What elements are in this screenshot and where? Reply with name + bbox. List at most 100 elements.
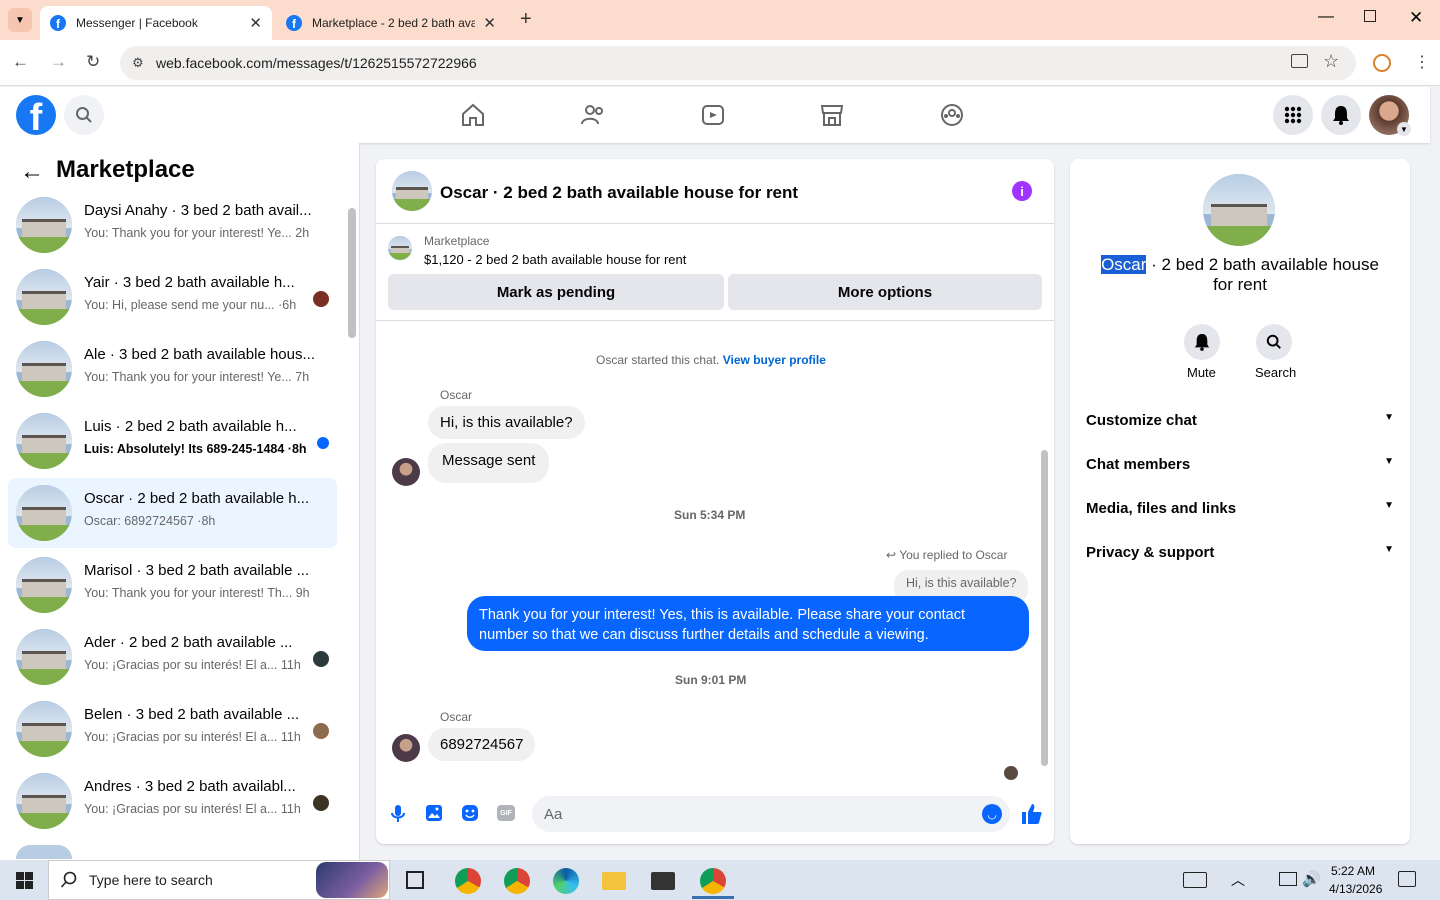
minimize-window-button[interactable]: — bbox=[1318, 8, 1334, 26]
conversation-name: Daysi Anahy · 3 bed 2 bath avail... bbox=[84, 202, 312, 219]
listing-thumb[interactable] bbox=[388, 236, 412, 260]
listing-avatar bbox=[16, 341, 72, 397]
reply-indicator-text: You replied to Oscar bbox=[899, 548, 1008, 562]
close-window-button[interactable]: ✕ bbox=[1409, 8, 1423, 28]
tab-messenger[interactable]: f Messenger | Facebook ✕ bbox=[40, 6, 272, 40]
conversation-item-selected[interactable]: Oscar · 2 bed 2 bath available h... Osca… bbox=[8, 478, 337, 548]
account-chevron-icon[interactable]: ▼ bbox=[1397, 122, 1411, 136]
bookmark-star-icon[interactable]: ☆ bbox=[1323, 51, 1339, 72]
listing-avatar bbox=[16, 269, 72, 325]
close-tab-icon[interactable]: ✕ bbox=[483, 14, 496, 32]
conversation-item[interactable]: Daysi Anahy · 3 bed 2 bath avail... You:… bbox=[8, 190, 337, 260]
thumbs-up-icon[interactable] bbox=[1020, 802, 1044, 826]
conversation-info-button[interactable]: i bbox=[1012, 181, 1032, 201]
tab-marketplace[interactable]: f Marketplace - 2 bed 2 bath avai ✕ bbox=[276, 6, 506, 40]
listing-summary[interactable]: $1,120 - 2 bed 2 bath available house fo… bbox=[424, 252, 686, 267]
preview-text: You: Thank you for your interest! Ye... bbox=[84, 226, 292, 240]
preview-time: ·6h bbox=[278, 298, 297, 312]
profile-icon[interactable] bbox=[1373, 54, 1391, 72]
gif-button[interactable]: GIF bbox=[497, 805, 515, 821]
notifications-button[interactable] bbox=[1321, 95, 1361, 135]
close-tab-icon[interactable]: ✕ bbox=[249, 14, 262, 32]
clock-time[interactable]: 5:22 AM bbox=[1331, 864, 1375, 878]
message-input[interactable]: Aa bbox=[532, 796, 1010, 832]
groups-icon[interactable] bbox=[939, 102, 965, 128]
volume-icon[interactable]: 🔊 bbox=[1302, 870, 1321, 888]
facebook-logo[interactable]: f bbox=[16, 95, 56, 135]
listing-avatar bbox=[16, 773, 72, 829]
chrome-profile-icon[interactable] bbox=[504, 868, 530, 894]
read-receipt-avatar bbox=[313, 795, 329, 811]
view-buyer-profile-link[interactable]: View buyer profile bbox=[723, 353, 826, 367]
task-view-icon[interactable] bbox=[406, 871, 424, 889]
menu-button[interactable] bbox=[1273, 95, 1313, 135]
reply-indicator: ↩ You replied to Oscar bbox=[886, 548, 1007, 562]
mute-button[interactable] bbox=[1184, 324, 1220, 360]
listing-large-avatar[interactable] bbox=[1203, 174, 1275, 246]
details-title-rest: · 2 bed 2 bath available house for rent bbox=[1146, 255, 1379, 294]
browser-menu-icon[interactable]: ⋮ bbox=[1414, 52, 1430, 72]
conversation-item[interactable]: Andres · 3 bed 2 bath availabl... You: ¡… bbox=[8, 766, 337, 836]
mark-as-pending-button[interactable]: Mark as pending bbox=[388, 274, 724, 310]
privacy-support-row[interactable]: Privacy & support ▼ bbox=[1086, 544, 1394, 561]
search-in-chat-button[interactable] bbox=[1256, 324, 1292, 360]
microphone-icon[interactable] bbox=[388, 803, 408, 823]
search-icon bbox=[76, 107, 92, 123]
back-arrow-icon[interactable]: ← bbox=[20, 158, 44, 186]
my-reply-bubble[interactable]: Thank you for your interest! Yes, this i… bbox=[467, 596, 1029, 651]
reply-arrow-icon: ↩ bbox=[886, 548, 897, 562]
message-bubble[interactable]: 6892724567 bbox=[428, 728, 536, 761]
conversation-item[interactable]: Luis · 2 bed 2 bath available h... Luis:… bbox=[8, 406, 337, 476]
network-icon[interactable] bbox=[1279, 872, 1297, 886]
file-explorer-icon[interactable] bbox=[602, 872, 626, 890]
friends-icon[interactable] bbox=[580, 102, 606, 128]
conversation-item[interactable]: Yair · 3 bed 2 bath available h... You: … bbox=[8, 262, 337, 332]
more-options-button[interactable]: More options bbox=[728, 274, 1042, 310]
maximize-window-button[interactable] bbox=[1364, 10, 1376, 22]
install-app-icon[interactable] bbox=[1291, 54, 1308, 68]
chat-header-avatar[interactable] bbox=[392, 171, 432, 211]
conversation-item[interactable]: Belen · 3 bed 2 bath available ... You: … bbox=[8, 694, 337, 764]
conversation-item[interactable]: Ader · 2 bed 2 bath available ... You: ¡… bbox=[8, 622, 337, 692]
tab-search-button[interactable]: ▼ bbox=[8, 8, 32, 32]
customize-chat-row[interactable]: Customize chat ▼ bbox=[1086, 412, 1394, 429]
preview-time: 8h bbox=[291, 442, 307, 456]
edge-icon[interactable] bbox=[553, 868, 579, 894]
home-icon[interactable] bbox=[460, 102, 486, 128]
video-icon[interactable] bbox=[700, 102, 726, 128]
search-highlight-image bbox=[316, 862, 388, 898]
chat-members-row[interactable]: Chat members ▼ bbox=[1086, 456, 1394, 473]
clock-date[interactable]: 4/13/2026 bbox=[1329, 882, 1382, 896]
conversation-item[interactable]: Marisol · 3 bed 2 bath available ... You… bbox=[8, 550, 337, 620]
message-bubble[interactable]: Hi, is this available? bbox=[428, 406, 585, 439]
listing-avatar bbox=[16, 413, 72, 469]
section-label: Privacy & support bbox=[1086, 544, 1215, 561]
media-files-links-row[interactable]: Media, files and links ▼ bbox=[1086, 500, 1394, 517]
chrome-active-icon[interactable] bbox=[700, 868, 726, 894]
emoji-icon[interactable]: ◡ bbox=[982, 804, 1002, 824]
windows-start-icon[interactable] bbox=[16, 872, 33, 889]
tab-title: Messenger | Facebook bbox=[76, 16, 198, 30]
conversation-list-scrollbar[interactable] bbox=[348, 208, 356, 338]
conversation-item[interactable]: Ale · 3 bed 2 bath available hous... You… bbox=[8, 334, 337, 404]
reload-button[interactable]: ↻ bbox=[86, 52, 100, 72]
forward-button[interactable]: → bbox=[50, 52, 67, 72]
chat-scrollbar[interactable] bbox=[1041, 450, 1048, 766]
notification-center-icon[interactable] bbox=[1398, 871, 1416, 887]
show-hidden-icons-icon[interactable]: ︿ bbox=[1231, 870, 1245, 890]
chevron-down-icon: ▼ bbox=[1384, 544, 1394, 555]
site-settings-icon[interactable]: ⚙ bbox=[132, 55, 144, 71]
message-bubble[interactable]: Message sent bbox=[428, 443, 550, 483]
address-bar[interactable]: web.facebook.com/messages/t/126251557272… bbox=[120, 46, 1356, 80]
chrome-icon[interactable] bbox=[455, 868, 481, 894]
marketplace-icon[interactable] bbox=[819, 102, 845, 128]
keyboard-icon[interactable] bbox=[1183, 872, 1207, 888]
back-button[interactable]: ← bbox=[12, 52, 29, 72]
sticker-icon[interactable] bbox=[460, 803, 480, 823]
mute-label: Mute bbox=[1187, 365, 1216, 380]
mail-icon[interactable] bbox=[651, 872, 675, 890]
new-tab-button[interactable]: + bbox=[520, 8, 532, 31]
photo-icon[interactable] bbox=[424, 803, 444, 823]
search-button[interactable] bbox=[64, 95, 104, 135]
sender-avatar bbox=[392, 734, 420, 762]
